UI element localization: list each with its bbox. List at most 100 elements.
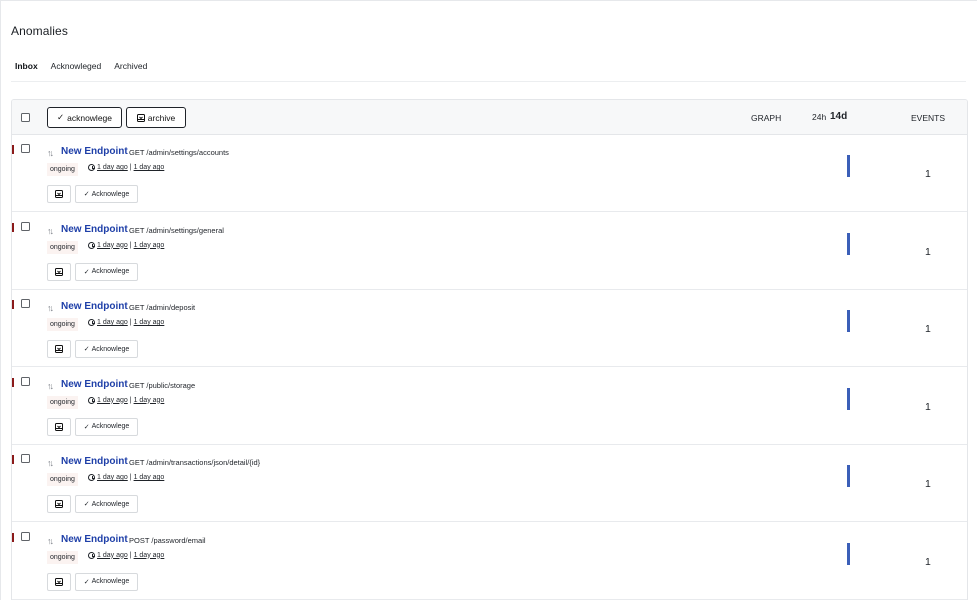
time-separator: | [129,474,132,481]
first-seen-link[interactable]: 1 day ago [97,319,128,326]
anomaly-name-link[interactable]: New Endpoint [61,301,128,312]
archive-icon [55,267,63,276]
events-count: 1 [925,400,931,413]
acknowledge-label: Acknowlege [91,500,130,508]
row-checkbox[interactable] [21,299,30,308]
event-graph-bar [847,387,850,410]
time-separator: | [129,396,132,404]
event-graph-bar [847,232,850,255]
archive-button[interactable] [47,572,71,591]
time-separator: | [129,241,132,249]
select-all-checkbox[interactable] [21,113,30,122]
arrows-up-down-icon: ↑↓ [47,303,54,313]
events-column-header: EVENTS [911,113,946,123]
clock-icon [88,551,95,559]
acknowledge-button[interactable]: ✓ Acknowlege [75,417,138,436]
acknowledge-button[interactable]: ✓ Acknowlege [75,340,138,358]
archive-button[interactable] [47,262,71,281]
tabs-divider [11,81,966,82]
graph-column-header: GRAPH [751,113,782,123]
archive-icon [55,577,63,586]
acknowledge-label: Acknowlege [91,345,130,353]
archive-button[interactable] [47,340,71,358]
page-title: Anomalies [11,24,68,38]
acknowledge-label: Acknowlege [91,578,130,585]
first-seen-link[interactable]: 1 day ago [97,474,128,481]
time-info: 1 day ago | 1 day ago [88,164,164,171]
last-seen-link[interactable]: 1 day ago [134,164,165,171]
severity-indicator [12,300,14,309]
events-count: 1 [925,168,931,180]
time-info: 1 day ago | 1 day ago [88,551,165,559]
row-checkbox[interactable] [21,454,30,463]
clock-icon [88,241,95,249]
events-count: 1 [925,245,931,258]
row-checkbox[interactable] [21,221,30,231]
time-info: 1 day ago | 1 day ago [88,319,164,326]
event-graph-bar [847,155,850,177]
anomaly-row[interactable]: ↑↓ New Endpoint GET /admin/settings/gene… [12,213,967,290]
last-seen-link[interactable]: 1 day ago [134,319,165,326]
last-seen-link[interactable]: 1 day ago [134,474,165,481]
archive-icon [136,113,145,122]
last-seen-link[interactable]: 1 day ago [134,242,165,249]
archive-button[interactable] [47,417,71,436]
arrows-up-down-icon: ↑↓ [47,148,54,158]
acknowledge-button[interactable]: ✓ Acknowlege [75,185,138,203]
status-badge: ongoing [47,395,78,409]
clock-icon [88,396,95,404]
event-graph-bar [847,465,850,487]
anomaly-row[interactable]: ↑↓ New Endpoint GET /admin/settings/acco… [12,135,967,212]
check-icon: ✓ [83,346,90,353]
anomaly-row[interactable]: ↑↓ New Endpoint POST /password/email ong… [12,523,967,600]
archive-all-button[interactable]: archive [126,107,186,128]
archive-icon [55,190,63,198]
acknowledge-label: Acknowlege [91,190,130,198]
first-seen-link[interactable]: 1 day ago [97,242,128,249]
anomaly-name-link[interactable]: New Endpoint [61,224,128,235]
tab-bar: Inbox Acknowleged Archived [15,61,147,71]
row-checkbox[interactable] [21,531,30,541]
first-seen-link[interactable]: 1 day ago [97,397,128,404]
tab-acknowledged[interactable]: Acknowleged [51,61,102,71]
endpoint-path: GET /admin/settings/general [129,225,224,235]
acknowledge-button[interactable]: ✓ Acknowlege [75,262,138,281]
archive-button[interactable] [47,495,71,513]
acknowledge-label: Acknowlege [91,268,130,275]
anomaly-row[interactable]: ↑↓ New Endpoint GET /admin/transactions/… [12,445,967,522]
row-checkbox[interactable] [21,144,30,153]
acknowledge-all-button[interactable]: ✓ acknowlege [47,107,122,128]
archive-button[interactable] [47,185,71,203]
first-seen-link[interactable]: 1 day ago [97,552,128,559]
last-seen-link[interactable]: 1 day ago [134,552,165,559]
arrows-up-down-icon: ↑↓ [47,458,54,468]
anomaly-name-link[interactable]: New Endpoint [61,379,128,390]
events-count: 1 [925,555,931,568]
anomaly-name-link[interactable]: New Endpoint [61,456,128,467]
tab-inbox[interactable]: Inbox [15,61,38,71]
check-icon: ✓ [83,423,90,431]
check-icon: ✓ [83,268,90,276]
tab-archived[interactable]: Archived [114,61,147,71]
anomaly-row[interactable]: ↑↓ New Endpoint GET /public/storage ongo… [12,368,967,445]
arrows-up-down-icon: ↑↓ [47,380,54,391]
first-seen-link[interactable]: 1 day ago [97,164,128,171]
event-graph-bar [847,542,850,565]
acknowledge-button[interactable]: ✓ Acknowlege [75,495,138,513]
check-icon: ✓ [83,578,90,586]
range-24h-toggle[interactable]: 24h [812,112,826,122]
anomaly-row[interactable]: ↑↓ New Endpoint GET /admin/deposit ongoi… [12,290,967,367]
row-checkbox[interactable] [21,376,30,386]
acknowledge-all-label: acknowlege [67,112,112,123]
status-badge: ongoing [47,550,78,564]
endpoint-path: GET /admin/settings/accounts [129,148,229,157]
range-14d-toggle[interactable]: 14d [830,111,847,122]
last-seen-link[interactable]: 1 day ago [134,397,165,404]
endpoint-path: GET /admin/deposit [129,303,196,312]
anomaly-name-link[interactable]: New Endpoint [61,534,128,545]
events-count: 1 [925,323,931,335]
acknowledge-button[interactable]: ✓ Acknowlege [75,572,138,591]
time-separator: | [129,164,132,171]
archive-icon [55,422,63,431]
anomaly-name-link[interactable]: New Endpoint [61,146,128,157]
